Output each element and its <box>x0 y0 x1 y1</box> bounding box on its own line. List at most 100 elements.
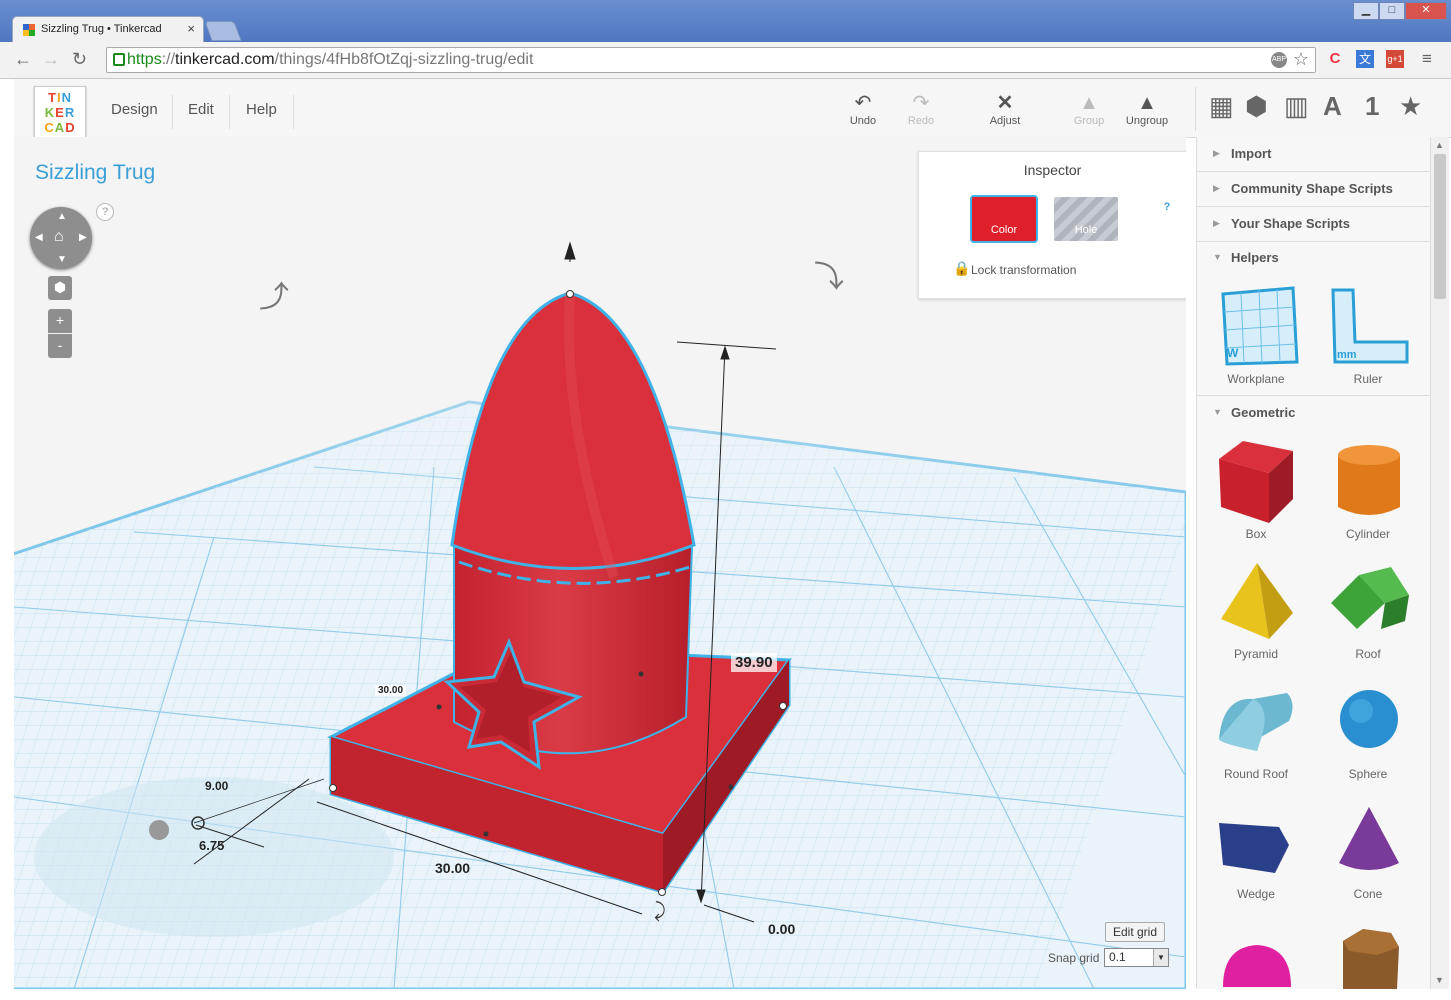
home-view-icon[interactable]: ⌂ <box>54 228 64 246</box>
undo-button[interactable]: ↶ Undo <box>838 93 888 127</box>
help-icon[interactable]: ? <box>96 203 114 221</box>
section-geometric[interactable]: ▼ Geometric <box>1197 395 1431 430</box>
menu-help[interactable]: Help <box>246 101 277 118</box>
tab-close-icon[interactable]: × <box>187 21 195 36</box>
shape-wedge[interactable]: Wedge <box>1201 797 1311 901</box>
shape-sphere[interactable]: Sphere <box>1313 677 1423 781</box>
chevron-down-icon: ▼ <box>1153 949 1168 966</box>
section-label: Geometric <box>1231 405 1296 420</box>
cube-icon: ⬢ <box>53 279 67 295</box>
nav-up-icon[interactable]: ▲ <box>57 211 67 222</box>
view-navigation-control[interactable]: ▲ ▼ ◀ ▶ ⌂ <box>30 207 92 269</box>
zoom-in-button[interactable]: + <box>48 309 72 333</box>
google-plus-icon[interactable]: g+1 <box>1386 50 1404 68</box>
ungroup-button[interactable]: ▲ Ungroup <box>1122 93 1172 127</box>
helper-ruler[interactable]: mm Ruler <box>1313 282 1423 386</box>
inspector-help-icon[interactable]: ? <box>1159 199 1175 215</box>
length-dimension[interactable]: 30.00 <box>435 860 470 876</box>
snap-grid-select[interactable]: 0.1 ▼ <box>1104 948 1169 967</box>
translate-icon[interactable]: 文 <box>1356 50 1374 68</box>
lock-icon: 🔒 <box>953 260 971 276</box>
section-community-shape-scripts[interactable]: ▶ Community Shape Scripts <box>1197 172 1431 207</box>
shape-round-roof[interactable]: Round Roof <box>1201 677 1311 781</box>
section-label: Helpers <box>1231 250 1279 265</box>
design-title[interactable]: Sizzling Trug <box>35 161 155 185</box>
extension-c-icon[interactable]: C <box>1326 50 1344 68</box>
back-icon[interactable]: ← <box>14 49 32 70</box>
expand-arrow-icon: ▶ <box>1213 218 1220 228</box>
offset-x-dimension[interactable]: 9.00 <box>205 779 228 793</box>
shape-half-sphere[interactable] <box>1201 917 1311 989</box>
minimize-button[interactable]: ▁ <box>1353 2 1379 20</box>
adblock-icon[interactable]: ABP <box>1271 52 1287 68</box>
shape-cylinder[interactable]: Cylinder <box>1313 437 1423 541</box>
fit-view-button[interactable]: ⬢ <box>48 276 72 300</box>
toolbar-divider <box>1195 87 1196 131</box>
section-helpers[interactable]: ▼ Helpers <box>1197 241 1431 275</box>
tinkercad-favicon-icon <box>23 24 35 36</box>
menu-edit[interactable]: Edit <box>188 101 214 118</box>
shape-caption: Wedge <box>1237 887 1275 901</box>
favorites-tab-icon[interactable]: ★ <box>1399 91 1422 122</box>
half-sphere-shape-icon <box>1223 945 1291 987</box>
rotate-arrow-bottom-icon[interactable]: ⤸ <box>654 898 666 922</box>
rotate-arrow-left-icon[interactable]: ⤴ <box>259 280 289 315</box>
text-tab-icon[interactable]: A <box>1323 91 1342 122</box>
number-tab-icon[interactable]: 1 <box>1365 91 1379 122</box>
chrome-menu-icon[interactable]: ≡ <box>1418 50 1436 68</box>
close-window-button[interactable]: ✕ <box>1405 2 1447 20</box>
top-width-dimension[interactable]: 30.00 <box>375 685 407 696</box>
scroll-down-icon[interactable]: ▼ <box>1435 975 1444 985</box>
shape-roof[interactable]: Roof <box>1313 557 1423 661</box>
workplane-tab-icon[interactable]: ▦ <box>1209 91 1234 122</box>
section-label: Community Shape Scripts <box>1231 181 1393 196</box>
url-text: https://tinkercad.com/things/4fHb8fOtZqj… <box>127 51 534 68</box>
menu-divider <box>229 95 230 129</box>
svg-text:mm: mm <box>1337 349 1357 361</box>
shape-box[interactable]: Box <box>1201 437 1311 541</box>
lock-transformation-toggle[interactable]: 🔒 Lock transformation <box>953 260 1076 277</box>
adjust-button[interactable]: ✕ Adjust <box>980 93 1030 127</box>
reload-icon[interactable]: ↻ <box>72 49 87 70</box>
shape-pyramid[interactable]: Pyramid <box>1201 557 1311 661</box>
bookmark-star-icon[interactable]: ☆ <box>1292 50 1310 68</box>
scroll-up-icon[interactable]: ▲ <box>1435 140 1444 150</box>
nav-right-icon[interactable]: ▶ <box>79 232 87 243</box>
section-import[interactable]: ▶ Import <box>1197 137 1431 172</box>
zoom-out-button[interactable]: - <box>48 334 72 358</box>
section-your-shape-scripts[interactable]: ▶ Your Shape Scripts <box>1197 207 1431 242</box>
helper-workplane[interactable]: W Workplane <box>1201 282 1311 386</box>
nav-left-icon[interactable]: ◀ <box>35 232 43 243</box>
maximize-button[interactable]: □ <box>1379 2 1405 20</box>
shape-cone[interactable]: Cone <box>1313 797 1423 901</box>
redo-icon: ↷ <box>912 92 930 114</box>
shape-polygon[interactable] <box>1313 917 1423 989</box>
hole-button[interactable]: Hole <box>1054 197 1118 241</box>
nav-down-icon[interactable]: ▼ <box>57 254 67 265</box>
height-dimension[interactable]: 39.90 <box>731 653 777 672</box>
color-button[interactable]: Color <box>972 197 1036 241</box>
rotate-arrow-right-icon[interactable]: ⤵ <box>814 260 844 295</box>
adjust-label: Adjust <box>989 115 1021 127</box>
redo-button[interactable]: ↷ Redo <box>896 93 946 127</box>
menu-design[interactable]: Design <box>111 101 158 118</box>
forward-icon[interactable]: → <box>42 49 60 70</box>
group-button[interactable]: ▲ Group <box>1064 93 1114 127</box>
roof-shape-icon <box>1331 567 1409 629</box>
workplane-helper-icon: W <box>1221 286 1299 366</box>
new-tab-button[interactable] <box>204 21 242 41</box>
texture-tab-icon[interactable]: ▥ <box>1284 91 1309 122</box>
address-bar[interactable]: https://tinkercad.com/things/4fHb8fOtZqj… <box>106 47 1316 73</box>
panel-scrollbar[interactable]: ▲ ▼ <box>1430 137 1449 989</box>
browser-tab[interactable]: Sizzling Trug • Tinkercad × <box>12 16 204 43</box>
tinkercad-logo[interactable]: TIN KER CAD <box>34 86 86 138</box>
shapes-tab-icon[interactable]: ⬢ <box>1245 91 1268 122</box>
offset-y-dimension[interactable]: 6.75 <box>199 838 224 853</box>
logo-row: CAD <box>44 120 76 135</box>
scrollbar-thumb[interactable] <box>1434 154 1446 299</box>
elevation-dimension[interactable]: 0.00 <box>768 921 795 937</box>
shape-caption: Ruler <box>1353 372 1383 386</box>
edit-grid-button[interactable]: Edit grid <box>1105 922 1166 942</box>
3d-workspace[interactable]: ⤴ ⤵ ⤸ mm Sizzling Trug ▲ ▼ ◀ ▶ ⌂ ? ⬢ + -… <box>14 137 1186 989</box>
inspector-title: Inspector <box>1023 162 1082 178</box>
